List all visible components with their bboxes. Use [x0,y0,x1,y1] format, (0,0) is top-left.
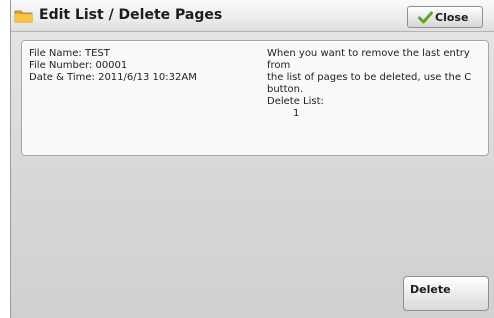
delete-button-label: Delete [410,283,451,296]
help-text-line-1: When you want to remove the last entry f… [267,48,470,71]
file-date-time: Date & Time: 2011/6/13 10:32AM [29,72,197,83]
delete-button[interactable]: Delete [403,276,489,311]
delete-help: When you want to remove the last entry f… [267,48,485,120]
close-button[interactable]: Close [407,6,483,28]
delete-list-label: Delete List: [267,96,324,107]
close-button-label: Close [435,11,469,24]
help-text-line-2: the list of pages to be deleted, use the… [267,72,472,83]
file-name: File Name: TEST [29,48,110,59]
dialog-title: Edit List / Delete Pages [39,7,223,23]
title-bar: Edit List / Delete Pages Close [11,0,494,32]
edit-list-dialog: Edit List / Delete Pages Close File Name… [10,0,494,318]
help-text-line-3: button. [267,84,304,95]
file-number: File Number: 00001 [29,60,128,71]
file-info-panel: File Name: TEST File Number: 00001 Date … [21,40,489,156]
folder-icon [14,10,33,23]
check-icon [418,11,433,24]
delete-list-count: 1 [293,108,300,119]
file-details: File Name: TEST File Number: 00001 Date … [29,48,197,84]
